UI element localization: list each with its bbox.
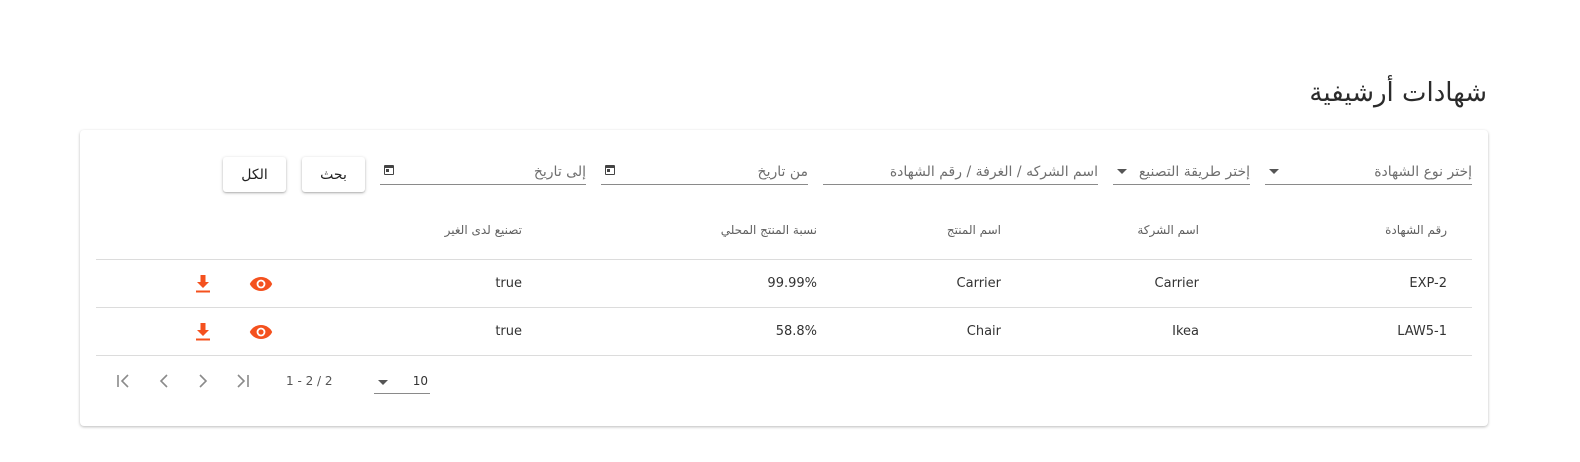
column-header-certificate-number[interactable]: رقم الشهادة — [1385, 200, 1447, 259]
certificate-number-cell: EXP-2 — [1409, 276, 1447, 291]
certificates-table: رقم الشهادة اسم الشركة اسم المنتج نسبة ا… — [96, 200, 1472, 356]
download-button[interactable] — [189, 318, 217, 346]
certificate-type-placeholder: إختر نوع الشهادة — [1374, 163, 1472, 180]
page-size-select[interactable]: 10 — [374, 370, 430, 394]
local-ratio-cell: 99.99% — [767, 276, 817, 291]
first-page-icon — [117, 374, 129, 388]
search-text-input[interactable]: اسم الشركه / الغرفة / رقم الشهادة — [823, 159, 1098, 185]
product-cell: Chair — [966, 324, 1001, 339]
paginator: 1 - 2 / 2 10 — [96, 356, 1472, 406]
column-header-local-ratio[interactable]: نسبة المنتج المحلي — [721, 200, 817, 259]
column-header-third-party[interactable]: تصنيع لدى الغير — [445, 200, 522, 259]
last-page-button[interactable] — [230, 368, 254, 394]
page-title: شهادات أرشيفية — [1309, 78, 1487, 108]
chevron-right-icon — [199, 374, 208, 388]
to-date-placeholder: إلى تاريخ — [533, 163, 586, 180]
first-page-button[interactable] — [112, 368, 136, 394]
manufacturing-method-placeholder: إختر طريقة التصنيع — [1138, 163, 1250, 180]
page-range-label: 1 - 2 / 2 — [286, 374, 333, 388]
chevron-down-icon — [1269, 169, 1279, 174]
chevron-left-icon — [159, 374, 168, 388]
column-header-company[interactable]: اسم الشركة — [1137, 200, 1199, 259]
page-size-value: 10 — [412, 374, 428, 388]
download-icon — [196, 323, 210, 341]
download-icon — [196, 275, 210, 293]
all-button[interactable]: الكل — [223, 157, 286, 192]
next-page-button[interactable] — [191, 368, 215, 394]
chevron-down-icon — [378, 380, 388, 385]
previous-page-button[interactable] — [152, 368, 176, 394]
from-date-placeholder: من تاريخ — [757, 163, 808, 180]
certificate-type-select[interactable]: إختر نوع الشهادة — [1265, 159, 1472, 185]
calendar-icon[interactable] — [384, 165, 394, 175]
certificates-card: إختر نوع الشهادة إختر طريقة التصنيع اسم … — [80, 130, 1488, 426]
calendar-icon[interactable] — [605, 165, 615, 175]
search-button[interactable]: بحث — [302, 157, 365, 192]
column-header-product[interactable]: اسم المنتج — [947, 200, 1001, 259]
local-ratio-cell: 58.8% — [775, 324, 817, 339]
view-button[interactable] — [247, 318, 275, 346]
to-date-input[interactable]: إلى تاريخ — [380, 159, 586, 185]
table-header: رقم الشهادة اسم الشركة اسم المنتج نسبة ا… — [96, 200, 1472, 260]
company-cell: Carrier — [1154, 276, 1199, 291]
view-button[interactable] — [247, 270, 275, 298]
table-row: LAW5-1 Ikea Chair 58.8% true — [96, 308, 1472, 356]
eye-icon — [249, 325, 273, 339]
certificate-number-cell: LAW5-1 — [1397, 324, 1447, 339]
chevron-down-icon — [1117, 169, 1127, 174]
last-page-icon — [237, 374, 249, 388]
manufacturing-method-select[interactable]: إختر طريقة التصنيع — [1113, 159, 1250, 185]
company-cell: Ikea — [1172, 324, 1199, 339]
page: شهادات أرشيفية إختر نوع الشهادة إختر طري… — [0, 0, 1580, 462]
table-row: EXP-2 Carrier Carrier 99.99% true — [96, 260, 1472, 308]
search-text-placeholder: اسم الشركه / الغرفة / رقم الشهادة — [889, 163, 1098, 180]
third-party-cell: true — [495, 276, 522, 291]
eye-icon — [249, 277, 273, 291]
product-cell: Carrier — [956, 276, 1001, 291]
third-party-cell: true — [495, 324, 522, 339]
download-button[interactable] — [189, 270, 217, 298]
from-date-input[interactable]: من تاريخ — [601, 159, 808, 185]
